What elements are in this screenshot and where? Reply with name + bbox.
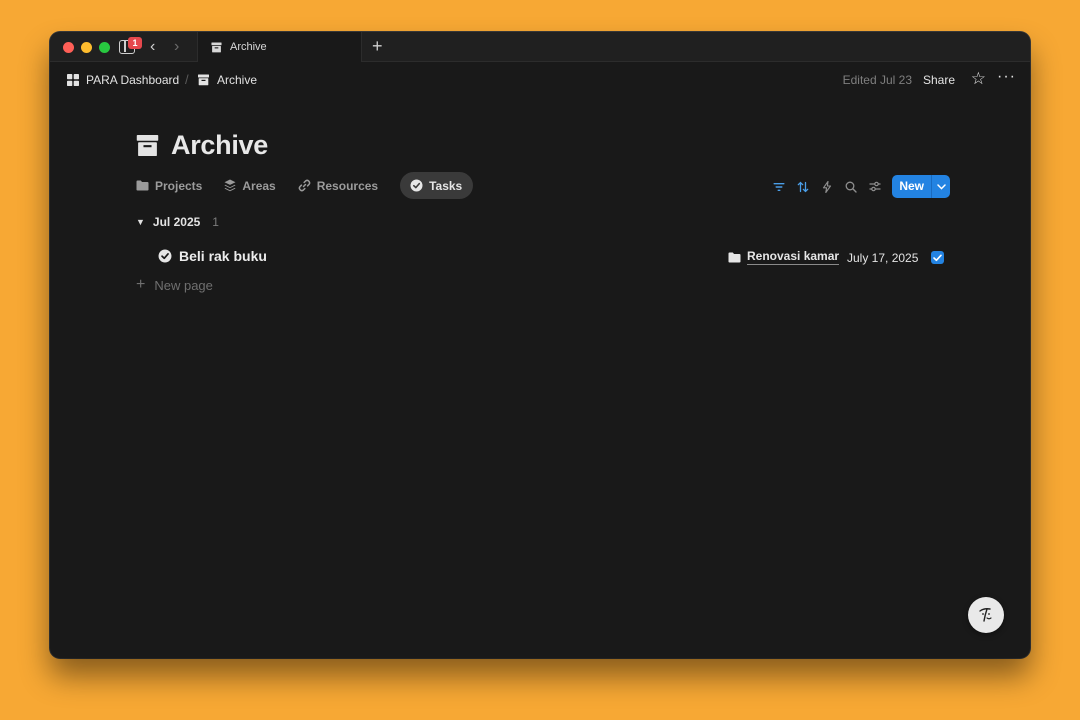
project-name: Renovasi kamar [747, 249, 840, 265]
tab-projects[interactable]: Projects [136, 172, 212, 199]
task-title-text: Beli rak buku [179, 248, 267, 264]
view-tabs: Projects Areas Resources Tasks [136, 172, 481, 199]
group-label: Jul 2025 [152, 215, 201, 229]
share-button[interactable]: Share [923, 73, 955, 87]
lightning-icon [823, 180, 832, 193]
forward-button[interactable]: › [174, 38, 179, 56]
group-toggle-icon[interactable]: ▼ [136, 217, 145, 227]
archive-icon [211, 41, 222, 52]
search-icon [845, 181, 858, 193]
more-options-icon[interactable]: ··· [997, 67, 1016, 87]
group-header[interactable]: ▼ Jul 2025 1 [136, 215, 219, 229]
folder-icon [728, 252, 741, 262]
tab-tasks[interactable]: Tasks [400, 172, 474, 199]
breadcrumb-item-para-dashboard[interactable]: PARA Dashboard [67, 73, 179, 87]
stack-icon [224, 179, 236, 192]
sort-button[interactable] [791, 176, 815, 198]
page-title-text[interactable]: Archive [171, 130, 268, 161]
plus-icon: + [136, 276, 146, 293]
database-toolbar: New [767, 175, 950, 198]
tab-label: Resources [316, 178, 379, 193]
sliders-icon [869, 181, 881, 192]
help-button[interactable] [968, 597, 1004, 633]
check-circle-icon [410, 179, 423, 192]
task-title[interactable]: Beli rak buku [158, 248, 267, 264]
breadcrumb-label: Archive [217, 73, 258, 87]
checkmark-icon [933, 254, 942, 261]
dashboard-grid-icon [67, 74, 79, 86]
done-checkbox[interactable] [931, 251, 944, 264]
page-topbar: PARA Dashboard / Archive Edited Jul 23 S… [50, 62, 1030, 98]
notification-badge: 1 [128, 37, 142, 49]
archive-icon [136, 134, 159, 157]
task-date[interactable]: July 17, 2025 [847, 251, 918, 265]
archive-icon [198, 74, 209, 86]
new-dropdown-button[interactable] [931, 175, 950, 198]
tab-label: Areas [242, 178, 276, 193]
new-button-group: New [892, 175, 950, 198]
new-button[interactable]: New [892, 175, 931, 198]
breadcrumb-item-archive[interactable]: Archive [197, 73, 257, 87]
view-settings-button[interactable] [863, 176, 887, 198]
close-window-button[interactable] [63, 42, 74, 53]
tab-archive[interactable]: Archive [197, 32, 362, 62]
title-bar: 1 ‹ › Archive + [50, 32, 1030, 62]
minimize-window-button[interactable] [81, 42, 92, 53]
chevron-down-icon [936, 183, 946, 190]
tab-label: Projects [155, 178, 203, 193]
check-circle-icon [158, 249, 172, 263]
link-icon [298, 179, 311, 192]
maximize-window-button[interactable] [99, 42, 110, 53]
search-button[interactable] [839, 176, 863, 198]
new-page-label: New page [154, 277, 213, 293]
group-count: 1 [212, 215, 219, 229]
filter-icon [773, 182, 785, 191]
tab-resources[interactable]: Resources [298, 172, 388, 199]
assistant-face-icon [979, 608, 992, 622]
tab-areas[interactable]: Areas [224, 172, 285, 199]
page-title: Archive [136, 130, 268, 161]
browser-window: 1 ‹ › Archive + PARA Dashboard / Archive… [50, 32, 1030, 658]
folder-icon [136, 180, 149, 191]
favorite-star-icon[interactable]: ☆ [971, 69, 986, 89]
new-tab-button[interactable]: + [372, 36, 383, 56]
table-row[interactable]: Beli rak buku Renovasi kamar July 17, 20… [158, 246, 948, 268]
tab-label: Tasks [429, 178, 463, 193]
filter-button[interactable] [767, 176, 791, 198]
sort-icon [797, 181, 809, 192]
project-relation[interactable]: Renovasi kamar [728, 249, 840, 265]
breadcrumb-separator: / [185, 72, 189, 87]
automation-button[interactable] [815, 176, 839, 198]
back-button[interactable]: ‹ [150, 38, 155, 56]
new-page-button[interactable]: + New page [136, 277, 213, 293]
edited-timestamp: Edited Jul 23 [842, 73, 912, 87]
tab-label: Archive [230, 41, 267, 53]
breadcrumb-label: PARA Dashboard [86, 73, 180, 87]
